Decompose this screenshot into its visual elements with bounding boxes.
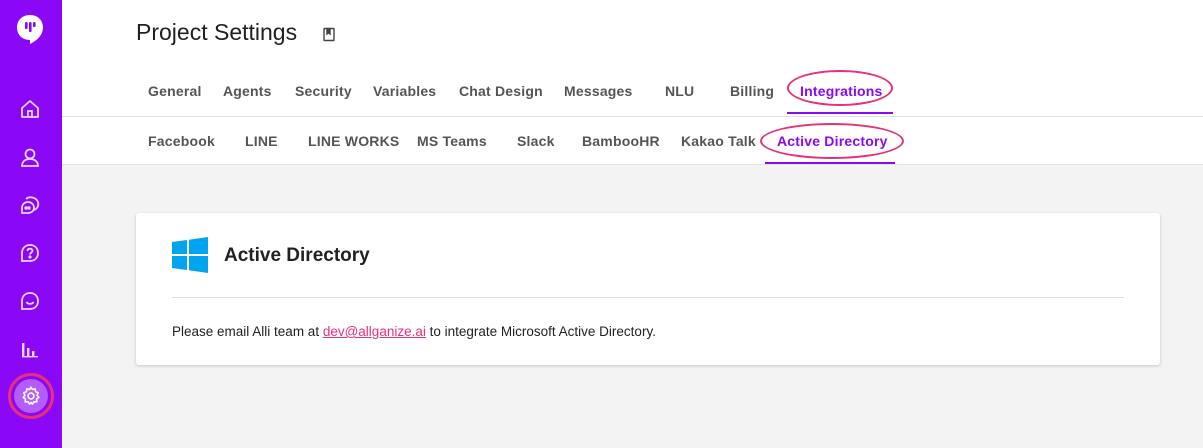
- divider: [172, 297, 1124, 298]
- subtab-facebook[interactable]: Facebook: [148, 133, 215, 149]
- faq-icon[interactable]: [15, 238, 45, 268]
- active-directory-card: Active Directory Please email Alli team …: [136, 213, 1160, 365]
- active-directory-underline: [765, 162, 895, 164]
- subtab-bamboohr[interactable]: BambooHR: [582, 133, 660, 149]
- description-prefix: Please email Alli team at: [172, 324, 323, 339]
- logo-icon[interactable]: [15, 14, 45, 44]
- subtab-line[interactable]: LINE: [245, 133, 278, 149]
- description-suffix: to integrate Microsoft Active Directory.: [425, 324, 656, 339]
- active-directory-highlight: [760, 123, 904, 159]
- conversation-icon[interactable]: [15, 190, 45, 220]
- chat-icon[interactable]: [15, 286, 45, 316]
- integrations-highlight: [787, 70, 893, 106]
- tab-messages[interactable]: Messages: [564, 83, 633, 99]
- tab-agents[interactable]: Agents: [223, 83, 272, 99]
- tab-billing[interactable]: Billing: [730, 83, 774, 99]
- integration-subtabs: Facebook LINE LINE WORKS MS Teams Slack …: [62, 116, 1203, 165]
- card-title: Active Directory: [224, 245, 370, 266]
- tab-security[interactable]: Security: [295, 83, 352, 99]
- windows-logo-icon: [172, 237, 208, 278]
- settings-icon[interactable]: [14, 379, 48, 413]
- email-link[interactable]: dev@allganize.ai: [323, 324, 426, 339]
- settings-nav-item[interactable]: [8, 373, 54, 419]
- tab-chat-design[interactable]: Chat Design: [459, 83, 543, 99]
- card-description: Please email Alli team at dev@allganize.…: [172, 324, 656, 339]
- user-icon[interactable]: [15, 142, 45, 172]
- tab-variables[interactable]: Variables: [373, 83, 436, 99]
- header: Project Settings General Agents Security…: [62, 0, 1203, 116]
- subtab-kakao-talk[interactable]: Kakao Talk: [681, 133, 756, 149]
- tab-general[interactable]: General: [148, 83, 202, 99]
- book-icon[interactable]: [322, 27, 336, 47]
- integrations-underline: [787, 112, 893, 114]
- home-icon[interactable]: [15, 94, 45, 124]
- sidebar: [0, 0, 62, 448]
- subtab-line-works[interactable]: LINE WORKS: [308, 133, 399, 149]
- subtab-slack[interactable]: Slack: [517, 133, 555, 149]
- subtab-ms-teams[interactable]: MS Teams: [417, 133, 487, 149]
- analytics-icon[interactable]: [15, 334, 45, 364]
- tab-nlu[interactable]: NLU: [665, 83, 694, 99]
- page-title: Project Settings: [136, 19, 298, 45]
